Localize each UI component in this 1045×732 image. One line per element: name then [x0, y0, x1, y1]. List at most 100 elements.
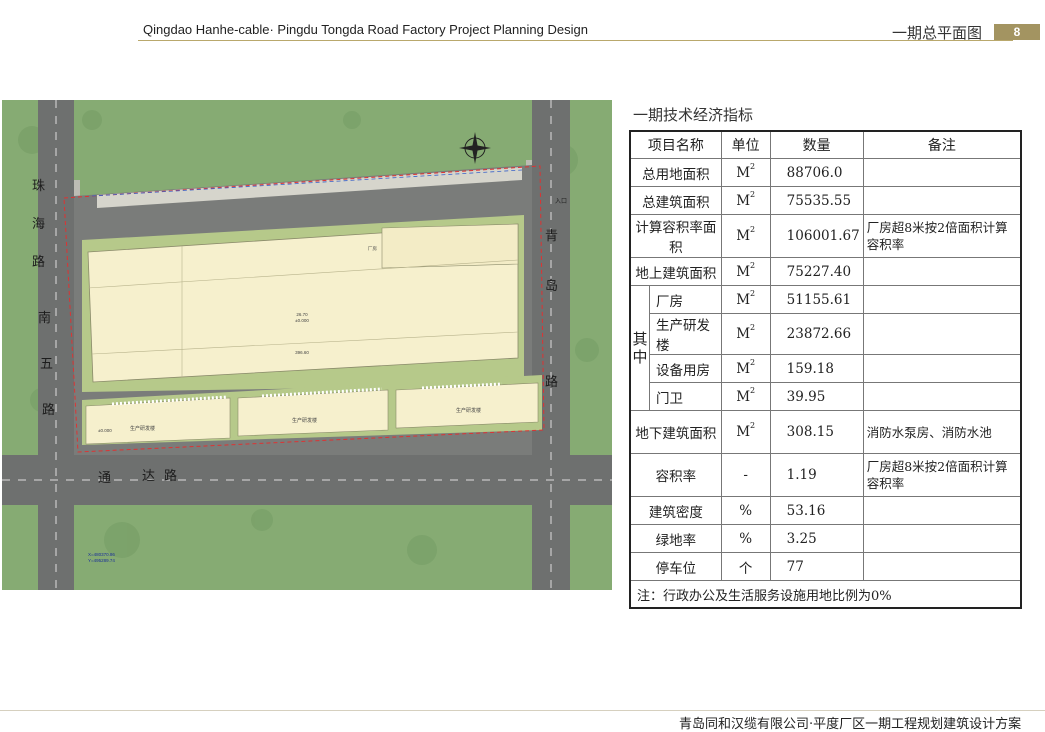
road-south-char-1: 通	[98, 471, 111, 486]
coord-x-label: X=480370.86	[88, 552, 115, 557]
table-row: 门卫 M2 39.95	[630, 382, 1022, 411]
row-note	[862, 524, 1022, 553]
road-west-char-4: 南	[38, 310, 51, 326]
road-east-char-1: 青	[545, 229, 558, 244]
table-footnote: 注：行政办公及生活服务设施用地比例为0%	[629, 580, 1022, 609]
row-quantity: 106001.67	[769, 214, 864, 258]
table-row: 建筑密度 % 53.16	[629, 496, 1022, 525]
road-west-char-3: 路	[32, 254, 45, 270]
rnd-label-1: 生产研发楼	[130, 425, 155, 432]
row-name: 容积率	[629, 453, 722, 497]
road-east-char-2: 岛	[545, 278, 558, 294]
row-unit: %	[720, 496, 771, 525]
row-note	[862, 313, 1022, 355]
entrance-label: 入口	[555, 198, 567, 205]
site-plan-drawing: 26.70 ±0.000 396.60 厂房 生产研发楼 生产研发楼 生产研发楼…	[2, 100, 612, 590]
row-unit: M2	[720, 214, 771, 258]
row-unit: 个	[720, 552, 771, 581]
row-quantity: 77	[769, 552, 864, 581]
road-east-char-3: 路	[545, 374, 558, 390]
header-note: 备注	[862, 130, 1022, 159]
table-row: 绿地率 % 3.25	[629, 524, 1022, 553]
row-unit: M2	[720, 257, 771, 286]
row-note: 消防水泵房、消防水池	[862, 410, 1022, 454]
rnd-building-1	[85, 397, 231, 445]
row-unit: M2	[720, 354, 771, 383]
row-name: 厂房	[649, 285, 722, 314]
rnd-elev-label: ±0.000	[98, 428, 112, 433]
table-header-row: 项目名称 单位 数量 备注	[629, 130, 1022, 159]
rnd-building-2	[237, 389, 389, 437]
header-quantity: 数量	[769, 130, 864, 159]
row-quantity: 23872.66	[769, 313, 864, 355]
row-quantity: 75535.55	[769, 186, 864, 215]
table-footnote-row: 注：行政办公及生活服务设施用地比例为0%	[629, 580, 1022, 609]
table-row: 地下建筑面积 M2 308.15 消防水泵房、消防水池	[629, 410, 1022, 454]
row-quantity: 53.16	[769, 496, 864, 525]
row-unit: -	[720, 453, 771, 497]
page-number-badge: 8	[994, 24, 1040, 40]
row-name: 生产研发楼	[649, 313, 722, 355]
row-name: 门卫	[649, 382, 722, 411]
row-unit: M2	[720, 285, 771, 314]
row-name: 建筑密度	[629, 496, 722, 525]
row-name: 绿地率	[629, 524, 722, 553]
row-note	[862, 354, 1022, 383]
row-quantity: 3.25	[769, 524, 864, 553]
rnd-label-3: 生产研发楼	[456, 407, 481, 414]
group-label-cell: 其中	[629, 285, 650, 411]
main-building-length-label: 396.60	[295, 350, 309, 355]
rnd-building-3	[395, 382, 539, 429]
indicators-table: 项目名称 单位 数量 备注 总用地面积 M2 88706.0 总建筑面积 M2 …	[629, 130, 1022, 609]
row-quantity: 88706.0	[769, 158, 864, 187]
indicators-table-title: 一期技术经济指标	[633, 106, 754, 124]
footer-text: 青岛同和汉缆有限公司·平度厂区一期工程规划建筑设计方案	[679, 717, 1022, 732]
row-unit: M2	[720, 382, 771, 411]
road-south-char-2: 达	[142, 469, 155, 484]
factory-small-label: 厂房	[368, 245, 377, 252]
main-building-elev-label: ±0.000	[295, 318, 309, 323]
row-quantity: 159.18	[769, 354, 864, 383]
road-west-char-5: 五	[40, 357, 53, 372]
row-unit: M2	[720, 158, 771, 187]
table-row: 设备用房 M2 159.18	[630, 354, 1022, 383]
row-name: 地下建筑面积	[629, 410, 722, 454]
row-note	[862, 285, 1022, 314]
header-divider	[138, 40, 1013, 41]
row-note	[862, 257, 1022, 286]
row-unit: %	[720, 524, 771, 553]
row-note	[862, 186, 1022, 215]
header-unit: 单位	[720, 130, 771, 159]
row-unit: M2	[720, 313, 771, 355]
row-quantity: 51155.61	[769, 285, 864, 314]
table-row: 总用地面积 M2 88706.0	[629, 158, 1022, 187]
row-name: 地上建筑面积	[629, 257, 722, 286]
road-west-char-1: 珠	[32, 179, 45, 194]
table-row: 容积率 - 1.19 厂房超8米按2倍面积计算容积率	[629, 453, 1022, 497]
row-note	[862, 552, 1022, 581]
row-note: 厂房超8米按2倍面积计算容积率	[862, 453, 1022, 497]
row-unit: M2	[720, 186, 771, 215]
road-south-char-3: 路	[164, 468, 177, 484]
row-name: 设备用房	[649, 354, 722, 383]
row-name: 总用地面积	[629, 158, 722, 187]
road-west-char-2: 海	[32, 217, 45, 232]
table-row: 地上建筑面积 M2 75227.40	[629, 257, 1022, 286]
table-row: 生产研发楼 M2 23872.66	[630, 313, 1022, 355]
table-row: 总建筑面积 M2 75535.55	[629, 186, 1022, 215]
table-row: 停车位 个 77	[629, 552, 1022, 581]
row-note	[862, 382, 1022, 411]
row-name: 计算容积率面积	[629, 214, 722, 258]
row-note	[862, 496, 1022, 525]
footer-divider	[0, 710, 1045, 711]
row-name: 停车位	[629, 552, 722, 581]
document-title: Qingdao Hanhe-cable· Pingdu Tongda Road …	[143, 22, 588, 37]
row-quantity: 75227.40	[769, 257, 864, 286]
rnd-label-2: 生产研发楼	[292, 417, 317, 424]
row-note	[862, 158, 1022, 187]
row-name: 总建筑面积	[629, 186, 722, 215]
header-item-name: 项目名称	[629, 130, 722, 159]
row-quantity: 39.95	[769, 382, 864, 411]
main-building-area-label: 26.70	[296, 312, 308, 317]
table-row: 计算容积率面积 M2 106001.67 厂房超8米按2倍面积计算容积率	[629, 214, 1022, 258]
